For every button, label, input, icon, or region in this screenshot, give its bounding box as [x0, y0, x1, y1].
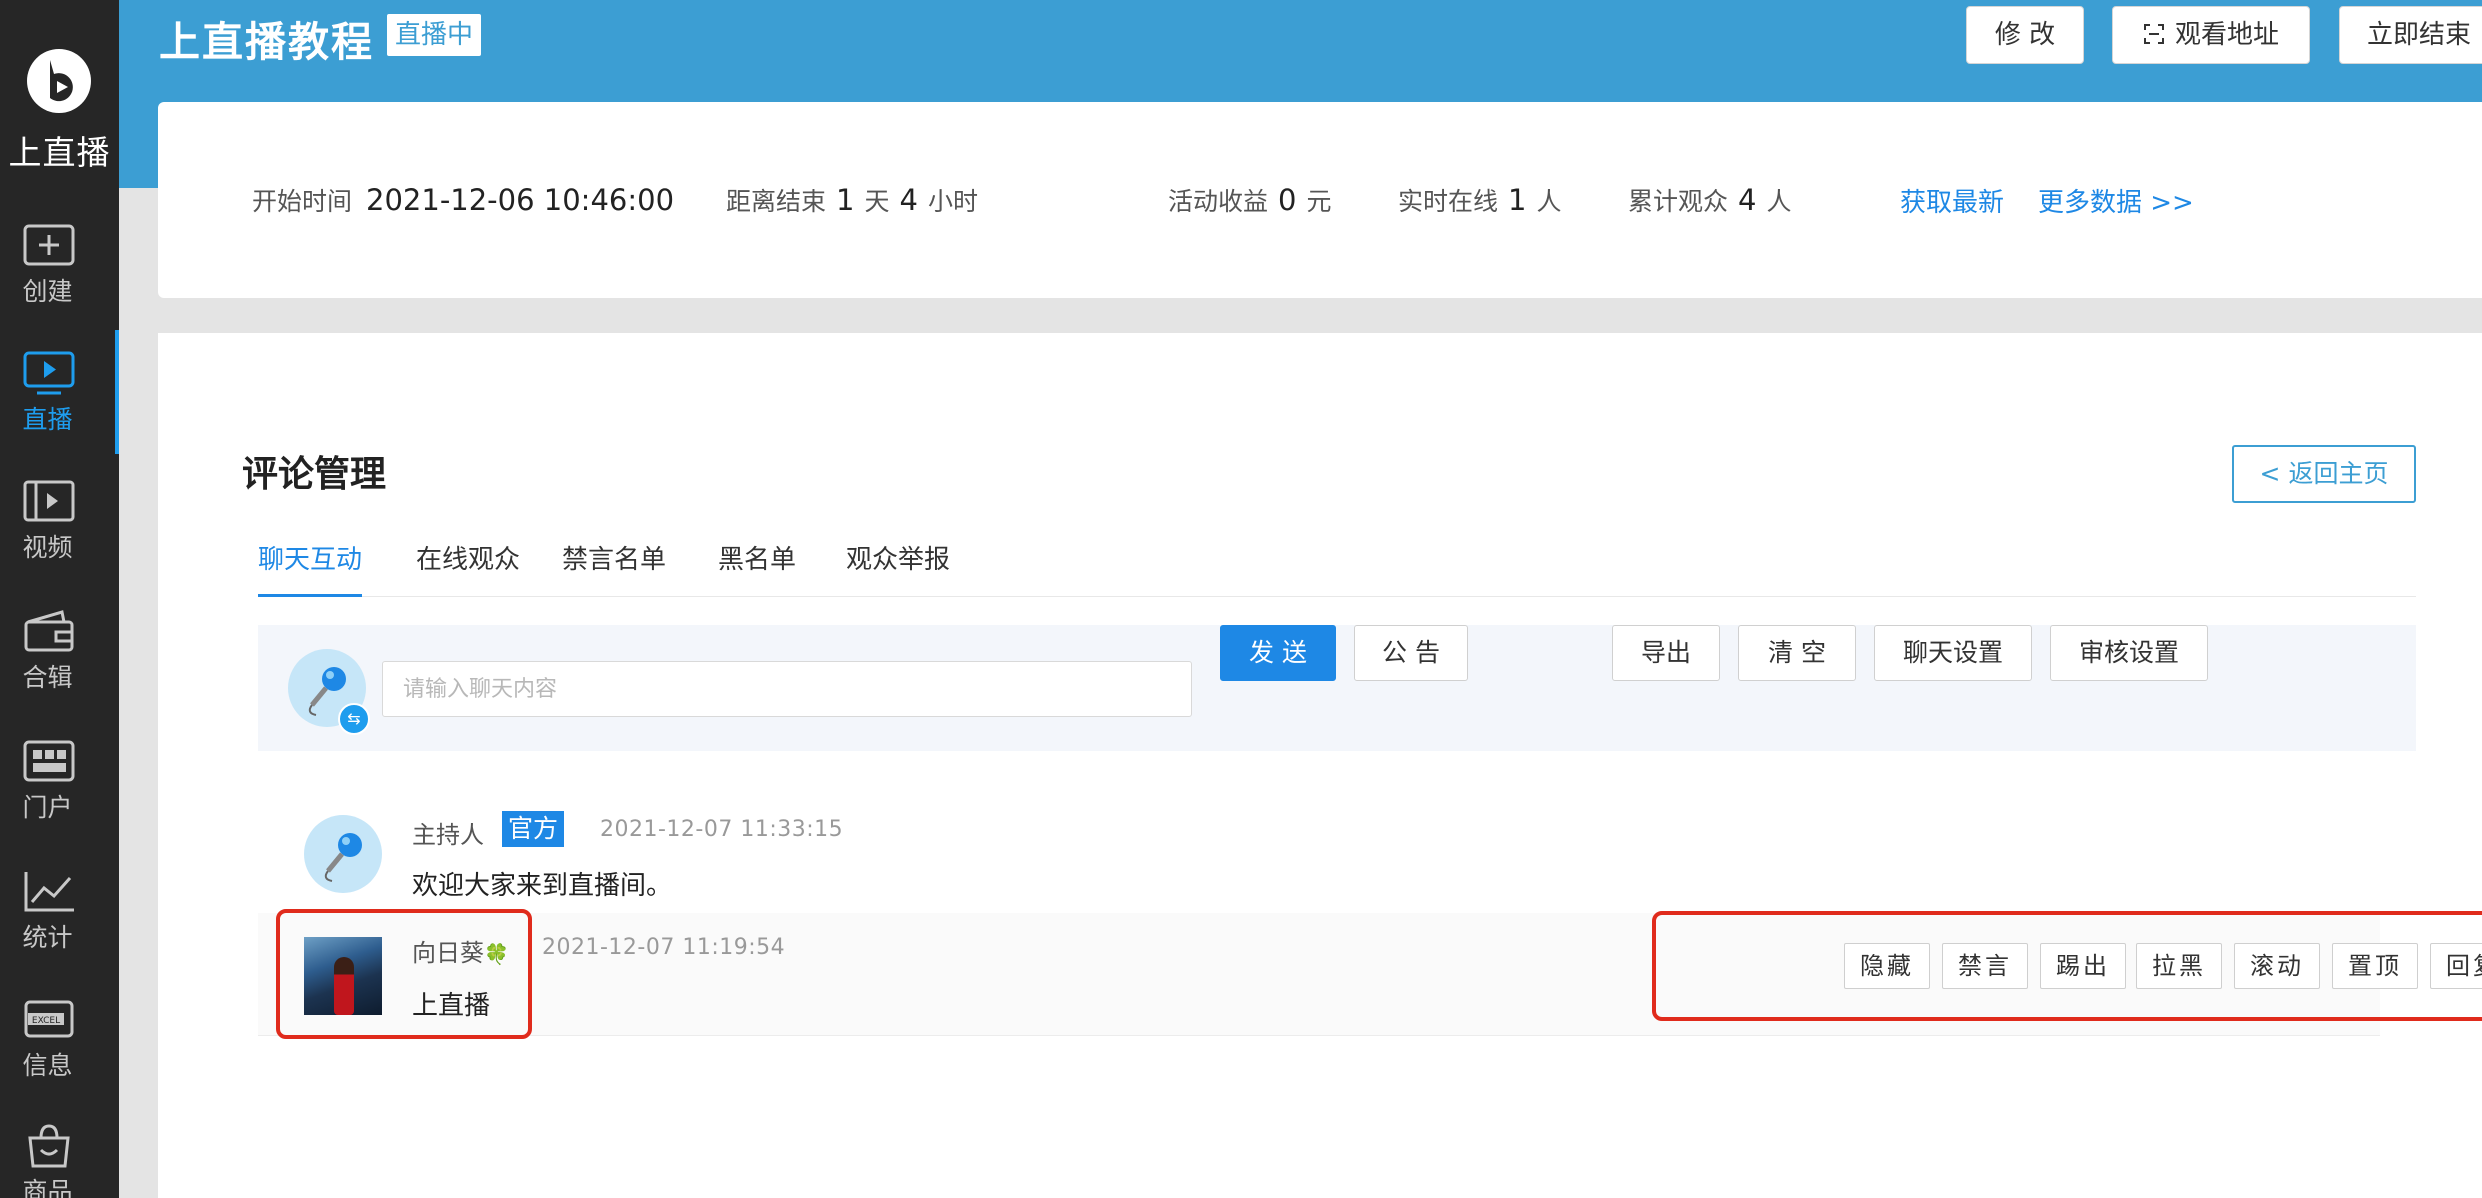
sidebar-item-label: 商品 — [22, 1177, 73, 1198]
review-settings-button[interactable]: 审核设置 — [2050, 625, 2208, 681]
line-chart-icon — [24, 872, 74, 912]
wallet-icon — [24, 610, 74, 652]
stat-value: 2021-12-06 10:46:00 — [366, 183, 675, 217]
highlight-box-user — [276, 909, 532, 1039]
page-title: 上直播教程 — [159, 18, 374, 66]
sidebar-item-label: 合辑 — [22, 663, 73, 692]
logo-text: 上直播 — [8, 133, 111, 172]
stats-card: 开始时间 2021-12-06 10:46:00 距离结束 1 天 4 小时 活动收益 0 元… — [158, 102, 2482, 298]
microphone-icon — [324, 833, 362, 882]
sidebar-item-portal[interactable]: 门户 — [0, 738, 119, 858]
tab-blacklist[interactable]: 黑名单 — [718, 533, 796, 597]
stat-unit: 天 — [864, 187, 890, 216]
send-button[interactable]: 发 送 — [1220, 625, 1336, 681]
back-home-button[interactable]: < 返回主页 — [2232, 445, 2416, 503]
sidebar-item-label: 门户 — [22, 793, 73, 822]
divider — [258, 1035, 2380, 1036]
avatar[interactable] — [304, 815, 382, 893]
edit-button[interactable]: 修 改 — [1966, 6, 2084, 64]
plus-box-icon — [23, 224, 75, 266]
chat-input[interactable] — [382, 661, 1192, 717]
app-logo[interactable]: 上直播 — [0, 46, 119, 172]
grid-icon — [23, 740, 75, 782]
tab-muted-list[interactable]: 禁言名单 — [562, 533, 666, 597]
stat-label: 活动收益 — [1168, 187, 1269, 216]
message-author: 主持人 — [412, 821, 484, 849]
sidebar-item-video[interactable]: 视频 — [0, 478, 119, 598]
sidebar-item-statistics[interactable]: 统计 — [0, 868, 119, 988]
official-badge: 官方 — [502, 811, 565, 847]
stat-value: 0 — [1278, 183, 1297, 217]
stat-remaining: 距离结束 1 天 4 小时 — [726, 182, 978, 218]
clear-button[interactable]: 清 空 — [1738, 625, 1856, 681]
stat-unit: 元 — [1306, 187, 1332, 216]
stat-value-hours: 4 — [899, 183, 918, 217]
sidebar-item-label: 信息 — [22, 1051, 73, 1080]
sidebar-item-live[interactable]: 直播 — [0, 350, 119, 470]
sidebar-item-create[interactable]: 创建 — [0, 222, 119, 342]
stat-start-time: 开始时间 2021-12-06 10:46:00 — [252, 182, 674, 218]
stat-label: 实时在线 — [1398, 187, 1499, 216]
end-live-button[interactable]: 立即结束 — [2339, 6, 2482, 64]
sidebar-item-goods[interactable]: 商品 — [0, 1122, 119, 1198]
stat-unit: 小时 — [927, 187, 978, 216]
tab-online-viewers[interactable]: 在线观众 — [416, 533, 520, 597]
stat-value-days: 1 — [836, 183, 855, 217]
sidebar-item-label: 直播 — [22, 405, 73, 434]
sidebar-item-label: 统计 — [22, 923, 73, 952]
stat-label: 累计观众 — [1628, 187, 1729, 216]
highlight-box-actions — [1652, 911, 2482, 1021]
section-title: 评论管理 — [242, 454, 387, 495]
more-data-link[interactable]: 更多数据 >> — [2038, 182, 2194, 219]
stat-income: 活动收益 0 元 — [1168, 182, 1331, 218]
stat-value: 4 — [1738, 183, 1757, 217]
chat-toolbar: ⇆ 发 送 公 告 导出 清 空 聊天设置 审核设置 — [258, 625, 2416, 751]
stat-label: 开始时间 — [252, 187, 353, 216]
logo-play-icon — [27, 49, 91, 113]
chat-message: 主持人 官方 2021-12-07 11:33:15 欢迎大家来到直播间。 — [258, 803, 2380, 913]
stat-unit: 人 — [1766, 187, 1792, 216]
film-icon — [23, 480, 75, 522]
sidebar-item-label: 视频 — [22, 533, 73, 562]
watch-url-label: 观看地址 — [2174, 20, 2279, 50]
sidebar-item-info[interactable]: EXCEL 信息 — [0, 996, 119, 1116]
tab-bar: 聊天互动 在线观众 禁言名单 黑名单 观众举报 — [258, 533, 2416, 597]
export-button[interactable]: 导出 — [1612, 625, 1720, 681]
stat-unit: 人 — [1536, 187, 1562, 216]
message-time: 2021-12-07 11:19:54 — [542, 935, 786, 960]
stat-online: 实时在线 1 人 — [1398, 182, 1561, 218]
stat-value: 1 — [1508, 183, 1527, 217]
shopping-bag-icon — [28, 1124, 70, 1168]
status-badge: 直播中 — [387, 14, 482, 56]
scan-icon — [2143, 24, 2164, 44]
tab-chat[interactable]: 聊天互动 — [258, 533, 363, 597]
refresh-link[interactable]: 获取最新 — [1900, 182, 2004, 219]
stat-total-viewers: 累计观众 4 人 — [1628, 182, 1791, 218]
notice-button[interactable]: 公 告 — [1354, 625, 1468, 681]
sidebar-item-collection[interactable]: 合辑 — [0, 608, 119, 728]
play-screen-icon — [23, 351, 75, 395]
message-text: 欢迎大家来到直播间。 — [412, 871, 673, 901]
comment-management-panel: 评论管理 < 返回主页 聊天互动 在线观众 禁言名单 黑名单 观众举报 ⇆ 发 … — [158, 333, 2482, 1198]
chat-settings-button[interactable]: 聊天设置 — [1874, 625, 2032, 681]
message-time: 2021-12-07 11:33:15 — [600, 817, 844, 842]
tab-viewer-reports[interactable]: 观众举报 — [846, 533, 950, 597]
watch-url-button[interactable]: 观看地址 — [2112, 6, 2310, 64]
stat-label: 距离结束 — [726, 187, 827, 216]
excel-icon: EXCEL — [24, 1000, 74, 1038]
svg-text:EXCEL: EXCEL — [32, 1016, 60, 1026]
sidebar-item-label: 创建 — [22, 277, 73, 306]
sidebar: 上直播 创建 直播 视频 合辑 门户 统计 EXCEL 信息 商品 — [0, 0, 119, 1198]
switch-identity-icon[interactable]: ⇆ — [338, 703, 370, 735]
